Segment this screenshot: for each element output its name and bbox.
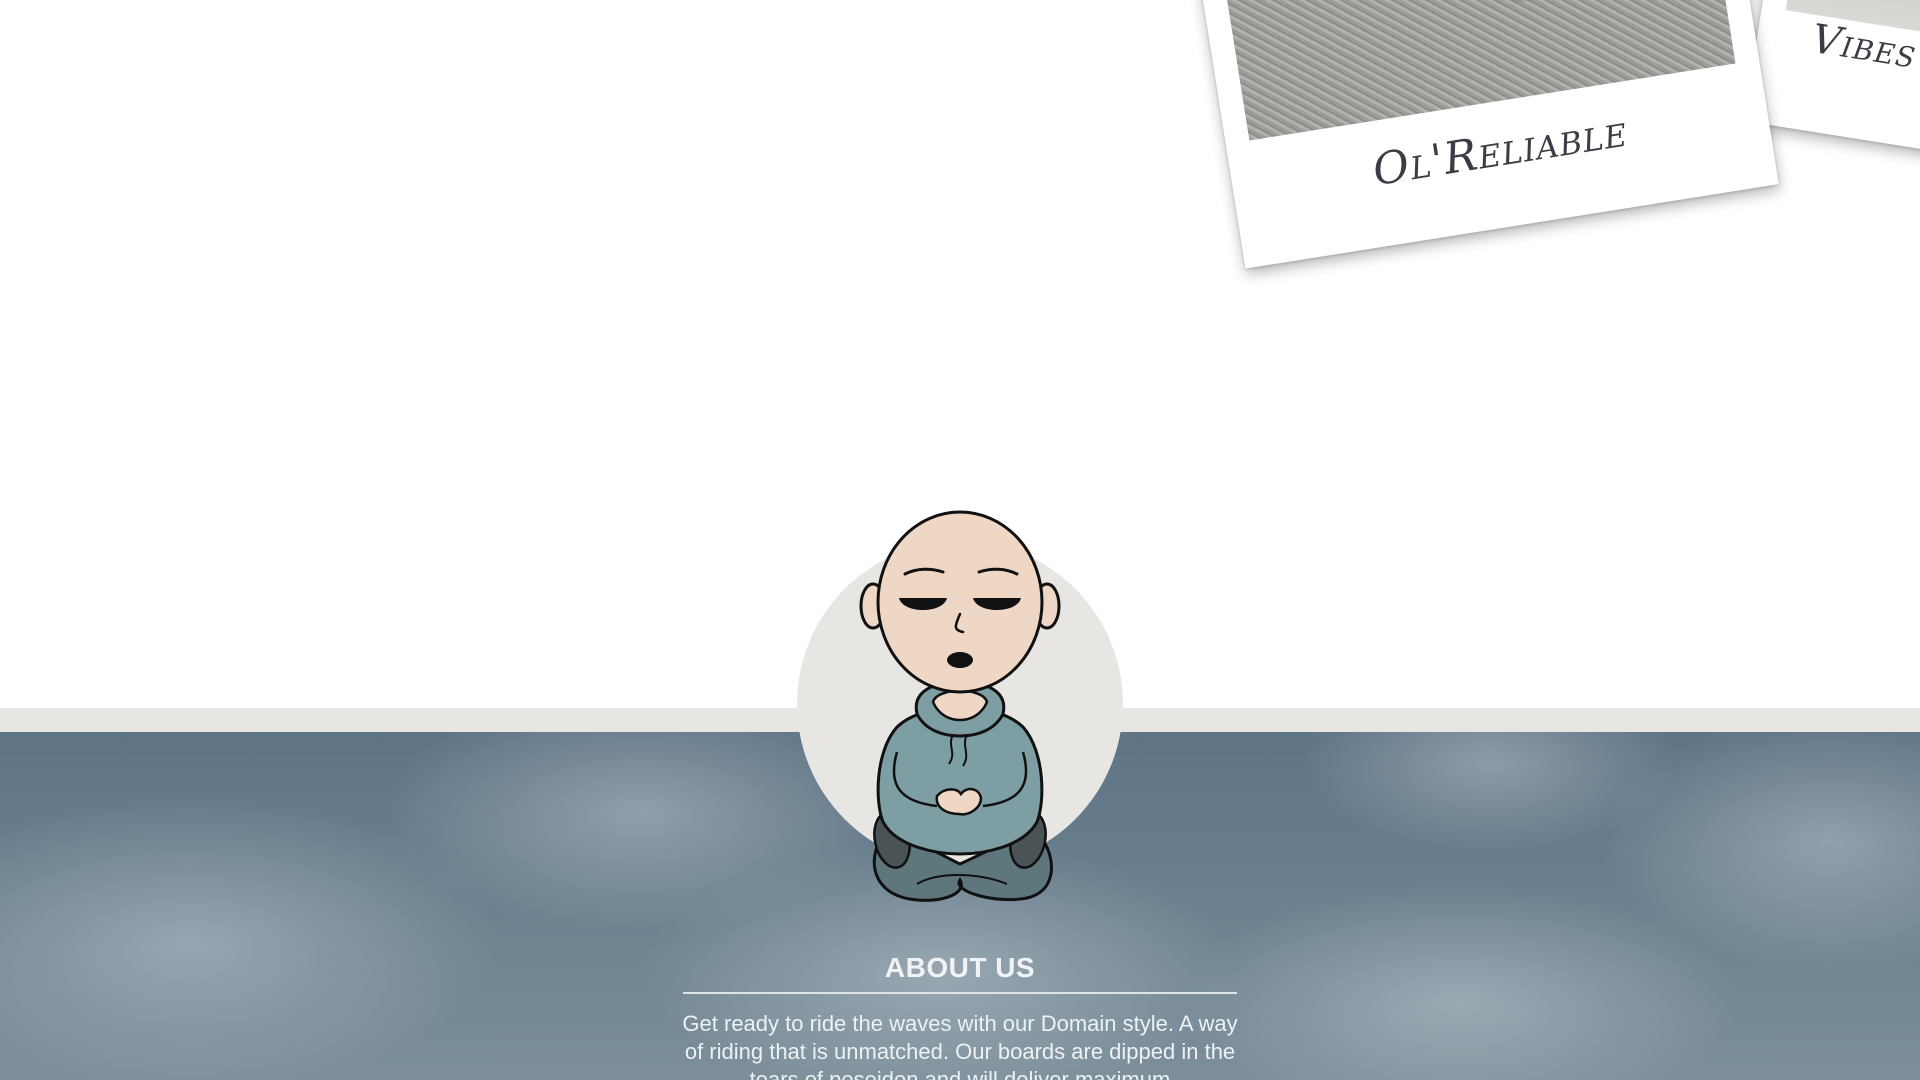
page: Vibes Ol'Reliable ABOUT US Get ready to …: [0, 0, 1920, 1080]
about-body-text: Get ready to ride the waves with our Dom…: [682, 1011, 1238, 1080]
polaroid-card-ol-reliable[interactable]: Ol'Reliable: [1153, 0, 1779, 269]
about-heading: ABOUT US: [884, 952, 1036, 983]
meditating-surfer-mascot-icon: [859, 510, 1061, 902]
about-heading-rule: [683, 992, 1237, 994]
